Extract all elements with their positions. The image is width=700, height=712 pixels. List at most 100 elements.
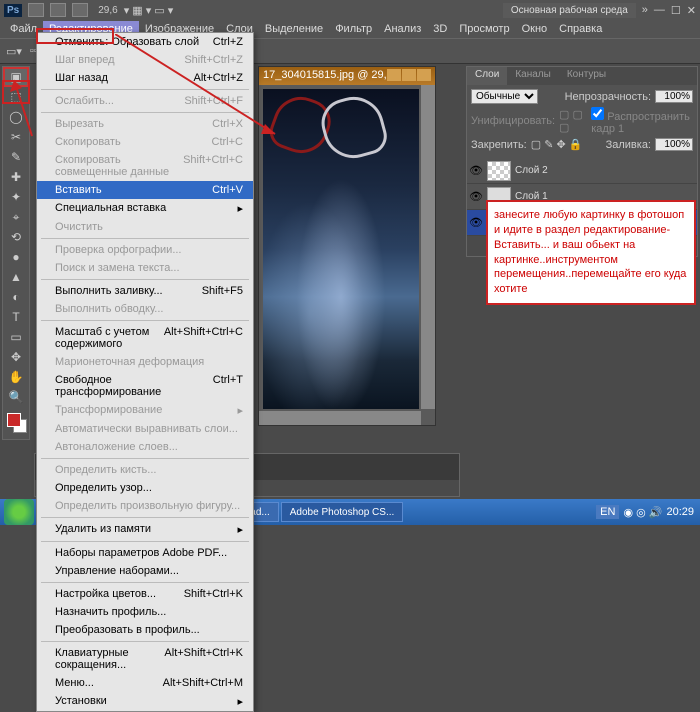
menuitem[interactable]: Назначить профиль... (37, 603, 253, 621)
tool-15[interactable]: ✋ (3, 367, 29, 387)
menu-Выделение[interactable]: Выделение (259, 21, 329, 37)
doc-close-icon[interactable] (417, 69, 431, 81)
scrollbar-vertical[interactable] (421, 85, 435, 409)
minimize-icon[interactable]: — (654, 4, 665, 16)
menuitem[interactable]: Свободное трансформированиеCtrl+T (37, 371, 253, 401)
menuitem: Марионеточная деформация (37, 353, 253, 371)
fill-label: Заливка: (606, 139, 651, 151)
menuitem[interactable]: Выполнить заливку...Shift+F5 (37, 282, 253, 300)
layer-row[interactable]: 👁 Слой 2 (467, 158, 697, 184)
annotation-text: занесите любую картинку в фотошоп и идит… (486, 200, 696, 305)
blend-mode-select[interactable]: Обычные (471, 89, 538, 104)
visibility-icon[interactable]: 👁 (469, 164, 483, 177)
canvas[interactable] (263, 89, 419, 409)
menuitem: Автоматически выравнивать слои... (37, 420, 253, 438)
menu-3D[interactable]: 3D (427, 21, 453, 37)
tool-4[interactable]: ✎ (3, 147, 29, 167)
menu-Анализ[interactable]: Анализ (378, 21, 427, 37)
menuitem[interactable]: Меню...Alt+Shift+Ctrl+M (37, 674, 253, 692)
tool-6[interactable]: ✦ (3, 187, 29, 207)
menuitem[interactable]: ВставитьCtrl+V (37, 181, 253, 199)
lang-indicator[interactable]: EN (596, 505, 619, 519)
grid-icon[interactable] (72, 3, 88, 17)
csLive-icon[interactable]: » (642, 4, 648, 16)
menuitem[interactable]: Удалить из памяти▸ (37, 520, 253, 539)
edit-menu-dropdown: Отменить: Образовать слойCtrl+ZШаг впере… (36, 32, 254, 712)
lock-icons[interactable]: ▢ ✎ ✥ 🔒 (531, 138, 583, 151)
menuitem: Шаг впередShift+Ctrl+Z (37, 51, 253, 69)
tool-12[interactable]: T (3, 307, 29, 327)
clock: 20:29 (666, 506, 694, 518)
menuitem: Автоналожение слоев... (37, 438, 253, 456)
propagate-checkbox[interactable] (591, 107, 604, 120)
tool-0[interactable]: ▣ (3, 67, 29, 87)
lock-label: Закрепить: (471, 139, 527, 151)
document-title: 17_304015815.jpg @ 29,6% (Слой... (263, 69, 386, 83)
tab-Слои[interactable]: Слои (467, 67, 507, 85)
menuitem[interactable]: Преобразовать в профиль... (37, 621, 253, 639)
tool-14[interactable]: ✥ (3, 347, 29, 367)
tool-7[interactable]: ⌖ (3, 207, 29, 227)
tool-3[interactable]: ✂ (3, 127, 29, 147)
layer-name: Слой 2 (515, 165, 548, 176)
tab-Каналы[interactable]: Каналы (507, 67, 559, 85)
menuitem: Очистить (37, 218, 253, 236)
tool-2[interactable]: ◯ (3, 107, 29, 127)
unify-label: Унифицировать: (471, 115, 555, 127)
bridge-icon[interactable] (28, 3, 44, 17)
mb-icon[interactable] (50, 3, 66, 17)
tool-10[interactable]: ▲ (3, 267, 29, 287)
tool-11[interactable]: ◐ (3, 287, 29, 307)
fill-input[interactable] (655, 138, 693, 151)
menu-Справка[interactable]: Справка (553, 21, 608, 37)
menuitem: ВырезатьCtrl+X (37, 115, 253, 133)
ps-logo: Ps (4, 4, 22, 17)
zoom-value[interactable]: 29,6 (98, 5, 117, 16)
menuitem: Ослабить...Shift+Ctrl+F (37, 92, 253, 110)
menuitem[interactable]: Установки▸ (37, 692, 253, 711)
doc-min-icon[interactable] (387, 69, 401, 81)
menu-Просмотр[interactable]: Просмотр (453, 21, 515, 37)
visibility-icon[interactable]: 👁 (469, 190, 483, 203)
menuitem[interactable]: Управление наборами... (37, 562, 253, 580)
menuitem[interactable]: Отменить: Образовать слойCtrl+Z (37, 33, 253, 51)
tool-8[interactable]: ⟲ (3, 227, 29, 247)
menuitem: Скопировать совмещенные данныеShift+Ctrl… (37, 151, 253, 181)
tool-9[interactable]: ● (3, 247, 29, 267)
menuitem[interactable]: Настройка цветов...Shift+Ctrl+K (37, 585, 253, 603)
visibility-icon[interactable]: 👁 (469, 216, 483, 229)
menuitem[interactable]: Клавиатурные сокращения...Alt+Shift+Ctrl… (37, 644, 253, 674)
menu-Окно[interactable]: Окно (516, 21, 554, 37)
menuitem[interactable]: Масштаб с учетом содержимогоAlt+Shift+Ct… (37, 323, 253, 353)
opacity-label: Непрозрачность: (565, 91, 651, 103)
tool-preset-icon[interactable]: ▭▾ (6, 45, 22, 58)
menuitem: Трансформирование▸ (37, 401, 253, 420)
doc-max-icon[interactable] (402, 69, 416, 81)
menuitem[interactable]: Специальная вставка▸ (37, 199, 253, 218)
tool-5[interactable]: ✚ (3, 167, 29, 187)
tool-16[interactable]: 🔍 (3, 387, 29, 407)
scrollbar-horizontal[interactable] (259, 411, 421, 425)
tool-13[interactable]: ▭ (3, 327, 29, 347)
tab-Контуры[interactable]: Контуры (559, 67, 614, 85)
menuitem: Проверка орфографии... (37, 241, 253, 259)
taskbar-button[interactable]: Adobe Photoshop CS... (281, 502, 404, 522)
maximize-icon[interactable]: ☐ (671, 4, 681, 17)
menuitem: СкопироватьCtrl+C (37, 133, 253, 151)
menuitem: Поиск и замена текста... (37, 259, 253, 277)
menuitem[interactable]: Шаг назадAlt+Ctrl+Z (37, 69, 253, 87)
menuitem: Определить произвольную фигуру... (37, 497, 253, 515)
start-button[interactable] (4, 499, 34, 525)
document-window: 17_304015815.jpg @ 29,6% (Слой... (258, 66, 436, 426)
menu-Фильтр[interactable]: Фильтр (329, 21, 378, 37)
fg-swatch[interactable] (7, 413, 21, 427)
workspace-switcher[interactable]: Основная рабочая среда (503, 3, 636, 18)
layer-thumb[interactable] (487, 161, 511, 181)
close-icon[interactable]: ✕ (687, 4, 696, 17)
menuitem: Определить кисть... (37, 461, 253, 479)
menuitem[interactable]: Определить узор... (37, 479, 253, 497)
tool-1[interactable]: ⬚ (3, 87, 29, 107)
menuitem[interactable]: Наборы параметров Adobe PDF... (37, 544, 253, 562)
tray-icons[interactable]: ◉ ◎ 🔊 (623, 506, 662, 519)
opacity-input[interactable] (655, 90, 693, 103)
